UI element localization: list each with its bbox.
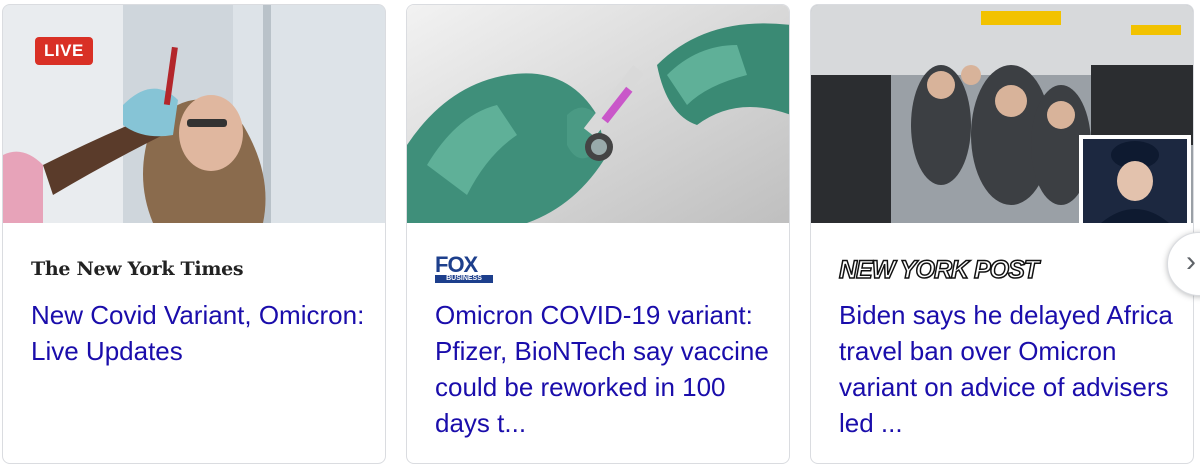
card-1-headline[interactable]: New Covid Variant, Omicron: Live Updates <box>31 297 371 369</box>
card-3-headline[interactable]: Biden says he delayed Africa travel ban … <box>839 297 1179 441</box>
fox-logo-text: FOX <box>435 252 478 277</box>
chevron-right-icon: › <box>1186 245 1196 278</box>
card-3-thumbnail <box>811 5 1193 223</box>
news-card-2[interactable]: FOX BUSINESS Omicron COVID-19 variant: P… <box>406 4 790 464</box>
source-logo-nyt: The New York Times <box>31 258 244 280</box>
live-badge: LIVE <box>35 37 93 65</box>
news-card-3[interactable]: NEW YORK POST Biden says he delayed Afri… <box>810 4 1194 464</box>
source-logo-fox-business: FOX BUSINESS <box>435 252 493 287</box>
news-card-1[interactable]: LIVE The New York Times New Covid Varian… <box>2 4 386 464</box>
card-2-thumbnail <box>407 5 789 223</box>
card-2-headline[interactable]: Omicron COVID-19 variant: Pfizer, BioNTe… <box>435 297 775 441</box>
source-logo-new-york-post: NEW YORK POST <box>838 255 1040 285</box>
